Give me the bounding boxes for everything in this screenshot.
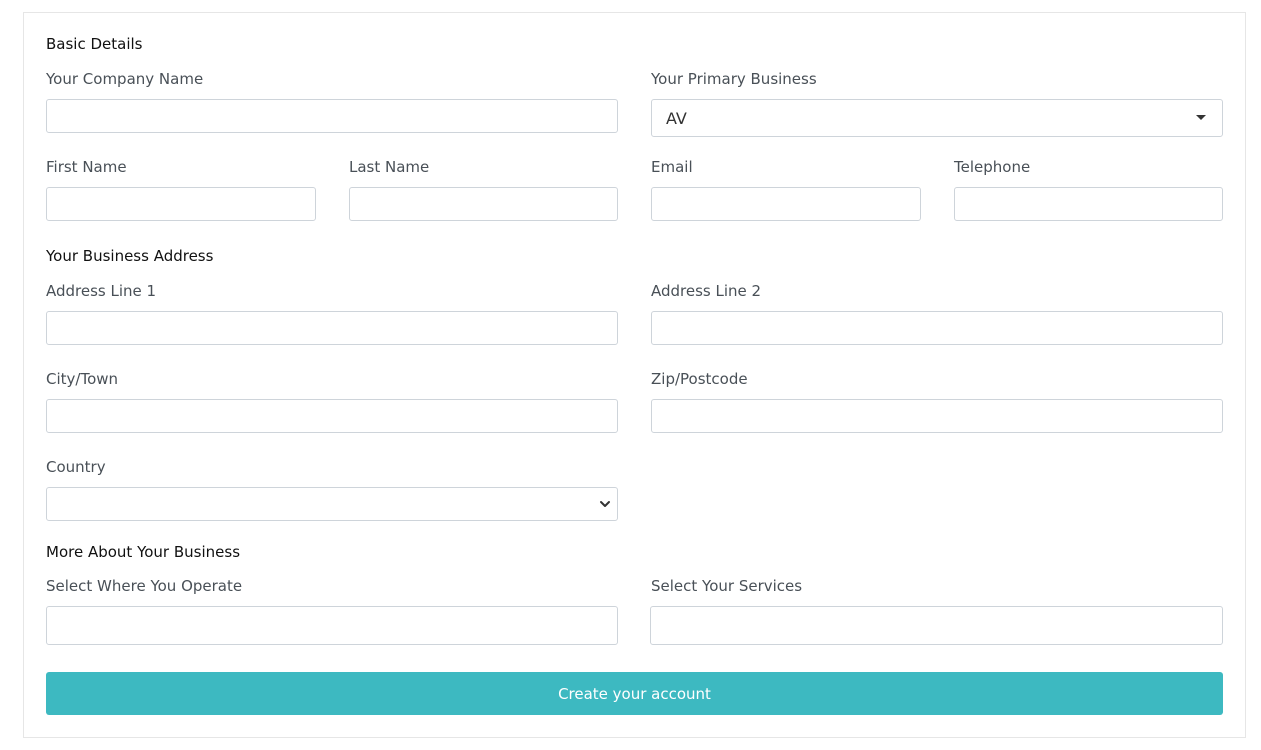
caret-down-icon	[1196, 115, 1206, 120]
email-label: Email	[651, 158, 693, 176]
create-account-button[interactable]: Create your account	[46, 672, 1223, 715]
services-select[interactable]	[650, 606, 1223, 645]
zip-label: Zip/Postcode	[651, 370, 748, 388]
city-label: City/Town	[46, 370, 119, 388]
country-select[interactable]	[46, 487, 618, 521]
operate-label: Select Where You Operate	[46, 577, 243, 595]
primary-business-label: Your Primary Business	[651, 70, 817, 88]
primary-business-select[interactable]: AV	[651, 99, 1223, 137]
operate-select[interactable]	[46, 606, 618, 645]
telephone-label: Telephone	[954, 158, 1031, 176]
email-input[interactable]	[651, 187, 921, 221]
company-name-input[interactable]	[46, 99, 618, 133]
last-name-input[interactable]	[349, 187, 618, 221]
create-account-button-label: Create your account	[558, 684, 711, 703]
last-name-label: Last Name	[349, 158, 430, 176]
zip-input[interactable]	[651, 399, 1223, 433]
chevron-down-icon	[600, 501, 610, 507]
address-line-1-input[interactable]	[46, 311, 618, 345]
company-name-label: Your Company Name	[46, 70, 204, 88]
country-label: Country	[46, 458, 106, 476]
services-label: Select Your Services	[651, 577, 803, 595]
address-line-1-label: Address Line 1	[46, 282, 157, 300]
first-name-input[interactable]	[46, 187, 316, 221]
first-name-label: First Name	[46, 158, 127, 176]
address-line-2-label: Address Line 2	[651, 282, 762, 300]
city-input[interactable]	[46, 399, 618, 433]
telephone-input[interactable]	[954, 187, 1223, 221]
primary-business-value: AV	[666, 108, 687, 128]
section-title-basic-details: Basic Details	[46, 35, 143, 53]
section-title-more-about-business: More About Your Business	[46, 543, 241, 561]
address-line-2-input[interactable]	[651, 311, 1223, 345]
section-title-business-address: Your Business Address	[46, 247, 214, 265]
